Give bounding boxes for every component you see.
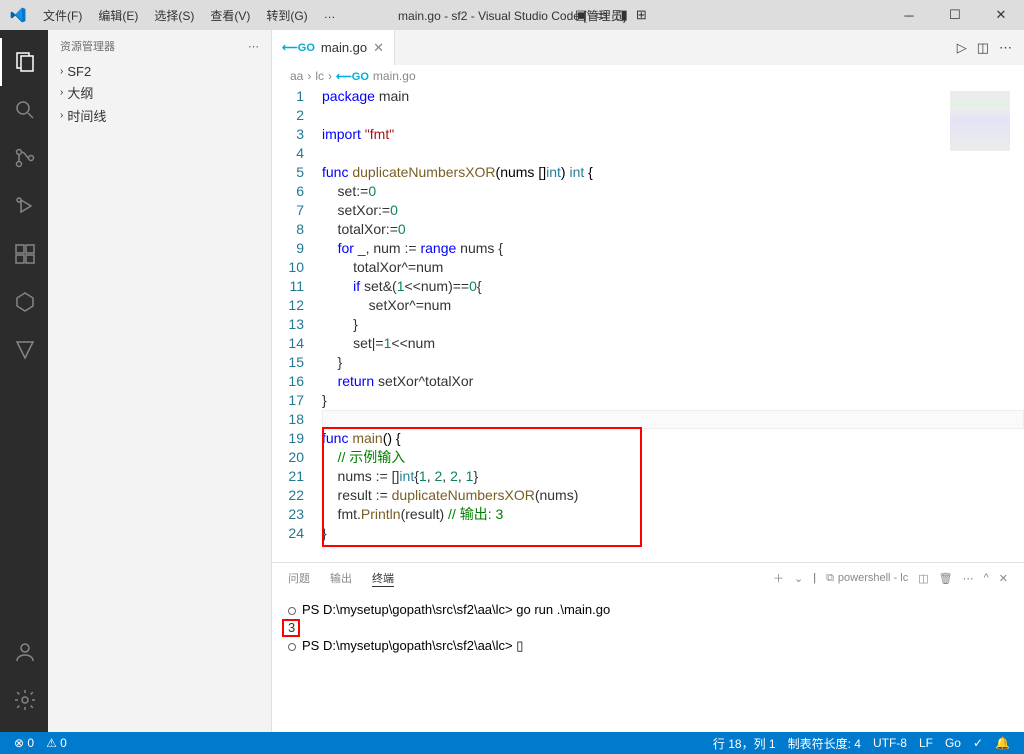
bottom-panel: 问题 输出 终端 ＋ ⌄ | ⧉ powershell - lc ◫ 🗑 ⋯ ^… <box>272 562 1024 732</box>
status-bar: ⊗ 0 ⚠ 0 行 18，列 1 制表符长度: 4 UTF-8 LF Go ✓ … <box>0 732 1024 754</box>
menu-goto[interactable]: 转到(G) <box>258 7 315 24</box>
more-icon[interactable]: ⋯ <box>963 572 974 585</box>
chevron-right-icon: › <box>60 110 63 121</box>
window-controls: ─ ☐ ✕ <box>886 0 1024 30</box>
status-cursor[interactable]: 行 18，列 1 <box>707 735 782 752</box>
window-title: main.go - sf2 - Visual Studio Code [管理员] <box>398 7 626 24</box>
panel-tab-problems[interactable]: 问题 <box>288 570 310 586</box>
menu-more[interactable]: … <box>316 7 344 24</box>
menu-bar: 文件(F) 编辑(E) 选择(S) 查看(V) 转到(G) … <box>35 7 344 24</box>
tree-item-sf2[interactable]: › SF2 <box>48 62 271 81</box>
menu-select[interactable]: 选择(S) <box>146 7 202 24</box>
tab-main-go[interactable]: ⟵GO main.go ✕ <box>272 30 395 65</box>
chevron-right-icon: › <box>60 87 63 98</box>
line-numbers: 123456789101112131415161718192021222324 <box>272 87 322 562</box>
activity-account-icon[interactable] <box>0 628 48 676</box>
status-language[interactable]: Go <box>939 735 967 752</box>
chevron-right-icon: › <box>307 69 311 83</box>
panel-actions: ＋ ⌄ | ⧉ powershell - lc ◫ 🗑 ⋯ ^ ✕ <box>773 570 1008 586</box>
editor-tabs: ⟵GO main.go ✕ ▷ ◫ ⋯ <box>272 30 1024 65</box>
minimize-button[interactable]: ─ <box>886 0 932 30</box>
tree-label: 时间线 <box>67 106 106 125</box>
status-bell-icon[interactable]: 🔔 <box>989 735 1016 752</box>
more-icon[interactable]: ⋯ <box>999 40 1012 56</box>
new-terminal-icon[interactable]: ＋ <box>773 570 784 586</box>
tree-item-outline[interactable]: › 大纲 <box>48 81 271 104</box>
vscode-logo-icon <box>0 7 35 23</box>
panel-tabs: 问题 输出 终端 ＋ ⌄ | ⧉ powershell - lc ◫ 🗑 ⋯ ^… <box>272 563 1024 593</box>
code-content[interactable]: package mainimport "fmt"func duplicateNu… <box>322 87 1024 562</box>
close-icon[interactable]: ✕ <box>373 40 384 56</box>
go-file-icon: ⟵GO <box>336 70 369 83</box>
status-encoding[interactable]: UTF-8 <box>867 735 913 752</box>
tab-label: main.go <box>321 40 367 55</box>
split-editor-icon[interactable]: ◫ <box>977 40 989 56</box>
run-icon[interactable]: ▷ <box>957 40 967 56</box>
chevron-right-icon: › <box>328 69 332 83</box>
activity-explorer-icon[interactable] <box>0 38 48 86</box>
activity-scm-icon[interactable] <box>0 134 48 182</box>
activity-search-icon[interactable] <box>0 86 48 134</box>
terminal-split-chevron-icon[interactable]: ⌄ <box>794 572 803 585</box>
tree-label: 大纲 <box>67 83 93 102</box>
terminal-profile[interactable]: ⧉ powershell - lc <box>826 572 908 585</box>
editor-actions: ▷ ◫ ⋯ <box>957 30 1024 65</box>
sidebar-explorer: 资源管理器 ⋯ › SF2 › 大纲 › 时间线 <box>48 30 272 732</box>
activity-extensions-icon[interactable] <box>0 230 48 278</box>
status-eol[interactable]: LF <box>913 735 939 752</box>
breadcrumbs[interactable]: aa › lc › ⟵GO main.go <box>272 65 1024 87</box>
sidebar-header: 资源管理器 ⋯ <box>48 30 271 62</box>
go-file-icon: ⟵GO <box>282 41 315 54</box>
activity-settings-icon[interactable] <box>0 676 48 724</box>
maximize-panel-icon[interactable]: ^ <box>984 572 989 584</box>
terminal-profile-label: powershell - lc <box>838 572 908 584</box>
activity-debug-icon[interactable] <box>0 182 48 230</box>
breadcrumb-segment[interactable]: main.go <box>373 69 416 83</box>
sidebar-title: 资源管理器 <box>60 38 115 54</box>
tree-item-timeline[interactable]: › 时间线 <box>48 104 271 127</box>
close-panel-icon[interactable]: ✕ <box>999 572 1008 585</box>
activity-bar <box>0 30 48 732</box>
status-check-icon[interactable]: ✓ <box>967 735 989 752</box>
title-bar: 文件(F) 编辑(E) 选择(S) 查看(V) 转到(G) … main.go … <box>0 0 1024 30</box>
activity-custom1-icon[interactable] <box>0 278 48 326</box>
layout-customize-icon[interactable]: ⊞ <box>636 7 647 23</box>
menu-edit[interactable]: 编辑(E) <box>90 7 146 24</box>
editor-group: ⟵GO main.go ✕ ▷ ◫ ⋯ aa › lc › ⟵GO main.g… <box>272 30 1024 732</box>
close-button[interactable]: ✕ <box>978 0 1024 30</box>
code-editor[interactable]: 123456789101112131415161718192021222324 … <box>272 87 1024 562</box>
status-indent[interactable]: 制表符长度: 4 <box>782 735 867 752</box>
menu-view[interactable]: 查看(V) <box>202 7 258 24</box>
activity-custom2-icon[interactable] <box>0 326 48 374</box>
breadcrumb-segment[interactable]: aa <box>290 69 303 83</box>
status-warnings[interactable]: ⚠ 0 <box>40 736 73 750</box>
chevron-right-icon: › <box>60 66 63 77</box>
more-icon[interactable]: ⋯ <box>248 40 259 53</box>
terminal[interactable]: PS D:\mysetup\gopath\src\sf2\aa\lc> go r… <box>272 593 1024 732</box>
maximize-button[interactable]: ☐ <box>932 0 978 30</box>
kill-terminal-icon[interactable]: 🗑 <box>939 572 953 585</box>
split-terminal-icon[interactable]: ◫ <box>918 572 928 585</box>
tree-label: SF2 <box>67 64 91 79</box>
minimap[interactable] <box>950 91 1010 151</box>
breadcrumb-segment[interactable]: lc <box>315 69 324 83</box>
status-errors[interactable]: ⊗ 0 <box>8 736 40 750</box>
panel-tab-terminal[interactable]: 终端 <box>372 570 394 587</box>
panel-tab-output[interactable]: 输出 <box>330 570 352 586</box>
menu-file[interactable]: 文件(F) <box>35 7 90 24</box>
